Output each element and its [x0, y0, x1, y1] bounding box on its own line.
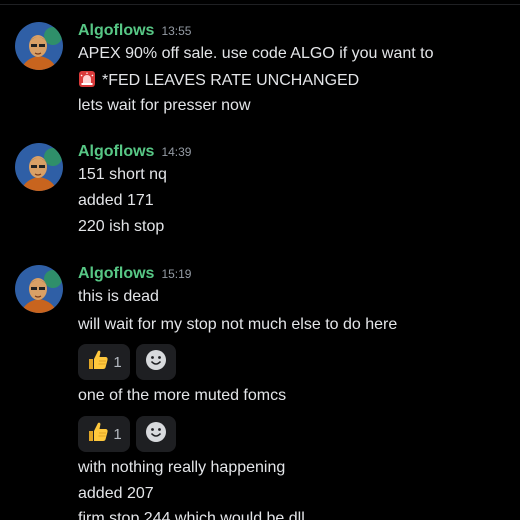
reaction-count: 1 [113, 425, 122, 443]
add-reaction-smiley-icon [145, 421, 167, 448]
username[interactable]: Algoflows [78, 143, 154, 160]
message-line: one of the more muted fomcs [78, 387, 287, 404]
add-reaction-button[interactable] [136, 344, 176, 380]
thumbs-up-icon [86, 348, 110, 377]
message-line: added 207 [78, 485, 154, 502]
message-line: APEX 90% off sale. use code ALGO if you … [78, 45, 434, 62]
chat-screen: Algoflows 13:55 APEX 90% off sale. use co… [0, 0, 520, 520]
message-line: with nothing really happening [78, 459, 286, 476]
reaction-count: 1 [113, 353, 122, 371]
reaction-thumbs-up[interactable]: 1 [78, 416, 130, 452]
avatar[interactable] [15, 265, 63, 313]
timestamp[interactable]: 15:19 [161, 267, 191, 281]
avatar[interactable] [15, 143, 63, 191]
message-line: 151 short nq [78, 166, 167, 183]
reaction-thumbs-up[interactable]: 1 [78, 344, 130, 380]
message-text: *FED LEAVES RATE UNCHANGED [102, 72, 360, 89]
username[interactable]: Algoflows [78, 265, 154, 282]
message-line: firm stop 244 which would be dll [78, 510, 305, 520]
timestamp[interactable]: 14:39 [161, 145, 191, 159]
message-line: 220 ish stop [78, 218, 165, 235]
message-header: Algoflows 15:19 [78, 265, 191, 285]
message-line: lets wait for presser now [78, 97, 251, 114]
reaction-bar: 1 [78, 344, 176, 380]
reaction-bar: 1 [78, 416, 176, 452]
add-reaction-smiley-icon [145, 349, 167, 376]
message-line: will wait for my stop not much else to d… [78, 316, 398, 333]
username[interactable]: Algoflows [78, 22, 154, 39]
message-line: *FED LEAVES RATE UNCHANGED [78, 70, 359, 94]
message-header: Algoflows 13:55 [78, 22, 191, 42]
message-line: this is dead [78, 288, 159, 305]
message-line: added 171 [78, 192, 154, 209]
avatar[interactable] [15, 22, 63, 70]
rotating-light-icon [78, 70, 96, 94]
thumbs-up-icon [86, 420, 110, 449]
add-reaction-button[interactable] [136, 416, 176, 452]
message-header: Algoflows 14:39 [78, 143, 191, 163]
timestamp[interactable]: 13:55 [161, 24, 191, 38]
divider [0, 4, 520, 5]
